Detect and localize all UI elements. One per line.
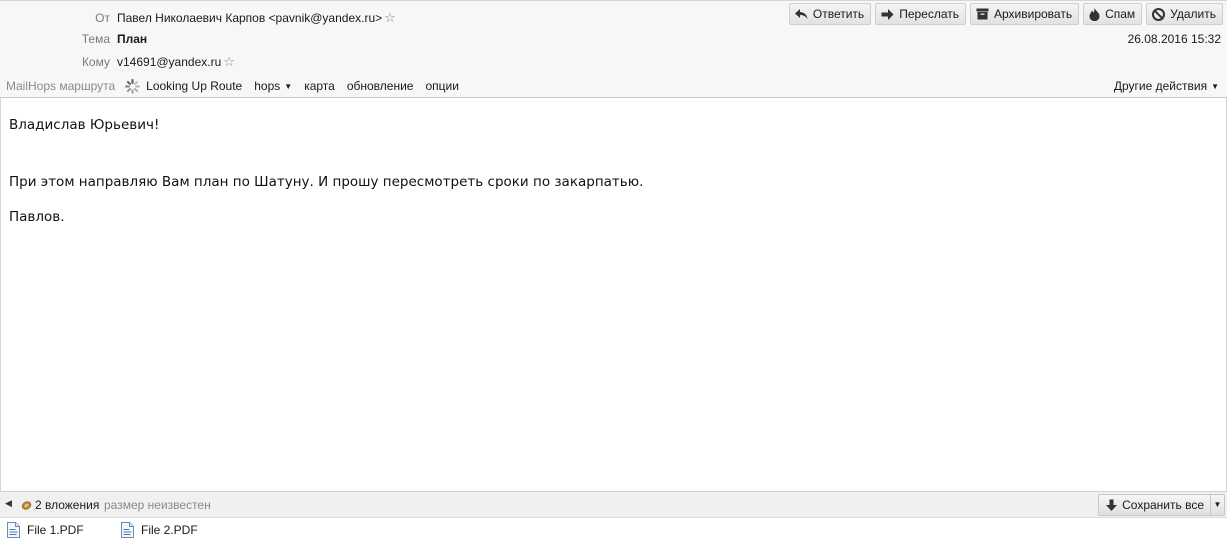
mailhops-options-link[interactable]: опции xyxy=(425,77,458,95)
mailhops-route: Looking Up Route xyxy=(125,77,242,95)
from-address[interactable]: Павел Николаевич Карпов <pavnik@yandex.r… xyxy=(117,11,382,25)
attachment-count[interactable]: 2 вложения xyxy=(20,492,99,518)
spam-label: Спам xyxy=(1105,7,1136,21)
loading-spinner-icon xyxy=(125,78,141,94)
archive-label: Архивировать xyxy=(994,7,1073,21)
document-icon xyxy=(7,522,20,538)
reply-icon xyxy=(794,8,808,19)
delete-label: Удалить xyxy=(1170,7,1216,21)
download-icon xyxy=(1106,499,1118,511)
save-all-label: Сохранить все xyxy=(1122,498,1204,512)
mailhops-map-link[interactable]: карта xyxy=(304,77,335,95)
mailhops-refresh-link[interactable]: обновление xyxy=(347,77,414,95)
paperclip-icon xyxy=(21,500,32,510)
forward-label: Переслать xyxy=(899,7,959,21)
caret-down-icon: ▼ xyxy=(284,81,293,91)
attachment-size: размер неизвестен xyxy=(104,498,211,512)
block-icon xyxy=(1152,7,1166,21)
other-actions-menu[interactable]: Другие действия ▼ xyxy=(1114,77,1219,95)
attachment-item[interactable]: File 1.PDF xyxy=(7,521,84,539)
archive-icon xyxy=(976,8,989,20)
from-value[interactable]: Павел Николаевич Карпов <pavnik@yandex.r… xyxy=(117,9,396,27)
archive-button[interactable]: Архивировать xyxy=(970,3,1080,25)
message-paragraph: При этом направляю Вам план по Шатуну. И… xyxy=(9,174,644,190)
message-date: 26.08.2016 15:32 xyxy=(1127,32,1221,46)
to-row: Кому v14691@yandex.ru ☆ xyxy=(0,53,800,71)
other-actions-label: Другие действия xyxy=(1113,79,1208,93)
attachment-bar: ◀ 2 вложения размер неизвестен Сохранить… xyxy=(0,491,1227,518)
mailhops-route-status: Looking Up Route xyxy=(146,79,243,93)
collapse-toggle-icon[interactable]: ◀ xyxy=(5,498,12,509)
to-label: Кому xyxy=(81,55,110,69)
subject-label: Тема xyxy=(81,32,110,46)
attachment-file-name: File 1.PDF xyxy=(27,523,84,537)
message-signature: Павлов. xyxy=(9,209,65,225)
mailhops-label: MailHops маршрута xyxy=(6,79,116,93)
reply-label: Ответить xyxy=(812,7,865,21)
message-greeting: Владислав Юрьевич! xyxy=(9,117,160,133)
reply-button[interactable]: Ответить xyxy=(788,3,872,25)
delete-button[interactable]: Удалить xyxy=(1146,3,1223,25)
mailhops-bar: MailHops маршрута Looking Up Route hops ▼… xyxy=(6,77,459,95)
flame-icon xyxy=(1089,7,1100,21)
message-header: От Павел Николаевич Карпов <pavnik@yande… xyxy=(0,0,1227,98)
forward-icon xyxy=(881,8,894,20)
attachment-count-label: 2 вложения xyxy=(35,498,100,512)
mailhops-hops-menu[interactable]: hops ▼ xyxy=(254,77,292,96)
caret-down-icon: ▼ xyxy=(1211,82,1219,91)
to-address[interactable]: v14691@yandex.ru xyxy=(117,55,221,69)
to-value[interactable]: v14691@yandex.ru ☆ xyxy=(117,53,235,71)
save-all-button[interactable]: Сохранить все ▼ xyxy=(1098,494,1225,516)
star-outline-icon[interactable]: ☆ xyxy=(384,9,396,27)
subject-row: Тема План xyxy=(0,30,800,48)
message-toolbar: Ответить Переслать Архивировать Спам Уда… xyxy=(788,3,1223,25)
attachment-item[interactable]: File 2.PDF xyxy=(121,521,198,539)
from-row: От Павел Николаевич Карпов <pavnik@yande… xyxy=(0,9,800,27)
attachment-file-name: File 2.PDF xyxy=(141,523,198,537)
hops-label: hops xyxy=(254,78,281,93)
save-all-dropdown[interactable]: ▼ xyxy=(1210,495,1224,515)
attachment-list: File 1.PDF File 2.PDF xyxy=(0,518,1227,543)
subject-value: План xyxy=(117,32,148,46)
star-outline-icon[interactable]: ☆ xyxy=(223,53,235,71)
spam-button[interactable]: Спам xyxy=(1083,3,1143,25)
save-all-main[interactable]: Сохранить все xyxy=(1099,495,1210,515)
forward-button[interactable]: Переслать xyxy=(875,3,966,25)
from-label: От xyxy=(95,11,110,25)
message-body[interactable]: Владислав Юрьевич! При этом направляю Ва… xyxy=(0,98,1227,491)
document-icon xyxy=(121,522,134,538)
